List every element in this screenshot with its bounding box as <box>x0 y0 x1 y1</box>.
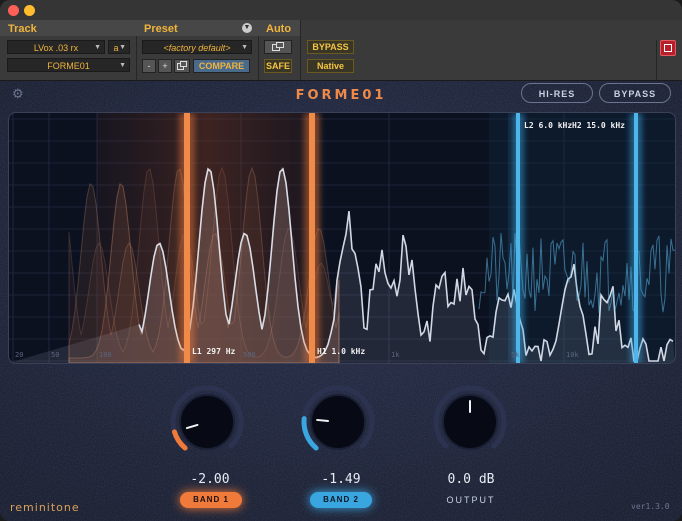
spectrum-display: 20 50 100 500 1k 5k 10k L1 297 Hz H1 1.0 kHz L… <box>9 113 675 363</box>
native-button[interactable]: Native <box>307 59 354 73</box>
track-name-dropdown[interactable]: LVox .03 rx ▼ <box>7 40 105 54</box>
auto-section: Auto SAFE <box>258 20 301 80</box>
output-knob-graphic <box>433 385 507 450</box>
title-bar <box>0 0 682 20</box>
band1-low-label: L1 297 Hz <box>192 347 236 356</box>
chevron-down-icon: ▼ <box>119 44 126 51</box>
preset-dropdown[interactable]: <factory default> ▼ <box>142 40 252 54</box>
power-icon <box>664 44 672 52</box>
preset-section: Preset ▼ <factory default> ▼ - + COMPARE <box>136 20 259 80</box>
band1-low-edge[interactable] <box>179 113 195 363</box>
preset-menu-icon[interactable]: ▼ <box>242 23 252 33</box>
output-knob[interactable] <box>430 382 510 462</box>
preset-label: Preset <box>144 23 178 35</box>
freq-tick-label: 1k <box>391 351 400 359</box>
band2-button[interactable]: BAND 2 <box>310 492 372 508</box>
freq-tick-label: 20 <box>15 351 23 359</box>
close-window-button[interactable] <box>8 5 19 16</box>
output-label: OUTPUT <box>446 495 496 505</box>
plugin-bypass-button[interactable]: BYPASS <box>599 83 671 103</box>
version-label: ver1.3.0 <box>631 502 670 511</box>
band2-knob-graphic <box>301 385 375 451</box>
output-value: 0.0 dB <box>447 472 495 487</box>
freq-tick-label: 500 <box>243 351 256 359</box>
band2-low-label: L2 6.0 kHz <box>524 121 572 130</box>
spectrum-analyzer[interactable]: 20 50 100 500 1k 5k 10k L1 297 Hz H1 1.0 kHz L… <box>8 112 676 364</box>
plugin-instance-dropdown[interactable]: FORME01 ▼ <box>7 58 130 72</box>
freq-tick-label: 50 <box>51 351 59 359</box>
preset-prev-button[interactable]: - <box>142 59 156 73</box>
host-bypass-button[interactable]: BYPASS <box>307 40 354 54</box>
preset-name: <factory default> <box>163 43 231 53</box>
compare-button[interactable]: COMPARE <box>193 59 250 73</box>
band1-knob-graphic <box>170 385 244 451</box>
band2-low-edge[interactable] <box>512 113 524 363</box>
band1-value: -2.00 <box>190 472 230 487</box>
plugin-power-button[interactable] <box>660 40 676 56</box>
track-channel: a <box>113 43 119 53</box>
chevron-down-icon: ▼ <box>119 62 126 69</box>
band1-knob[interactable] <box>167 382 247 462</box>
preset-next-button[interactable]: + <box>158 59 172 73</box>
plugin-instance-name: FORME01 <box>47 61 90 71</box>
automation-icon <box>272 42 284 51</box>
track-section: Track LVox .03 rx ▼ a ▼ FORME01 ▼ <box>0 20 137 80</box>
hires-button[interactable]: HI-RES <box>521 83 593 103</box>
freq-tick-label: 10k <box>566 351 579 359</box>
freq-tick-label: 100 <box>99 351 112 359</box>
band1-high-label: H1 1.0 kHz <box>317 347 365 356</box>
plugin-body: ⚙ FORME01 HI-RES BYPASS 20 50 100 500 1k… <box>0 81 682 521</box>
band2-high-label: H2 15.0 kHz <box>572 121 625 130</box>
copy-icon <box>177 61 187 70</box>
brand-logo: reminitone <box>10 501 80 514</box>
band2-knob[interactable] <box>298 382 378 462</box>
knob-pointer <box>316 418 330 423</box>
band2-high-edge[interactable] <box>630 113 642 363</box>
track-channel-dropdown[interactable]: a ▼ <box>108 40 130 54</box>
chevron-down-icon: ▼ <box>94 44 101 51</box>
copy-settings-button[interactable] <box>174 59 190 73</box>
minimize-window-button[interactable] <box>24 5 35 16</box>
safe-button[interactable]: SAFE <box>264 59 292 73</box>
band1-button[interactable]: BAND 1 <box>180 492 242 508</box>
host-header: Track LVox .03 rx ▼ a ▼ FORME01 ▼ Preset ▼ … <box>0 20 682 81</box>
chevron-down-icon: ▼ <box>241 44 248 51</box>
freq-tick-label: 5k <box>511 351 520 359</box>
plugin-window: Track LVox .03 rx ▼ a ▼ FORME01 ▼ Preset ▼ … <box>0 0 682 521</box>
auto-label: Auto <box>266 23 292 35</box>
track-label: Track <box>8 23 37 35</box>
band2-value: -1.49 <box>321 472 361 487</box>
track-name: LVox .03 rx <box>33 43 79 53</box>
automation-button[interactable] <box>264 40 292 54</box>
band1-high-edge[interactable] <box>304 113 320 363</box>
